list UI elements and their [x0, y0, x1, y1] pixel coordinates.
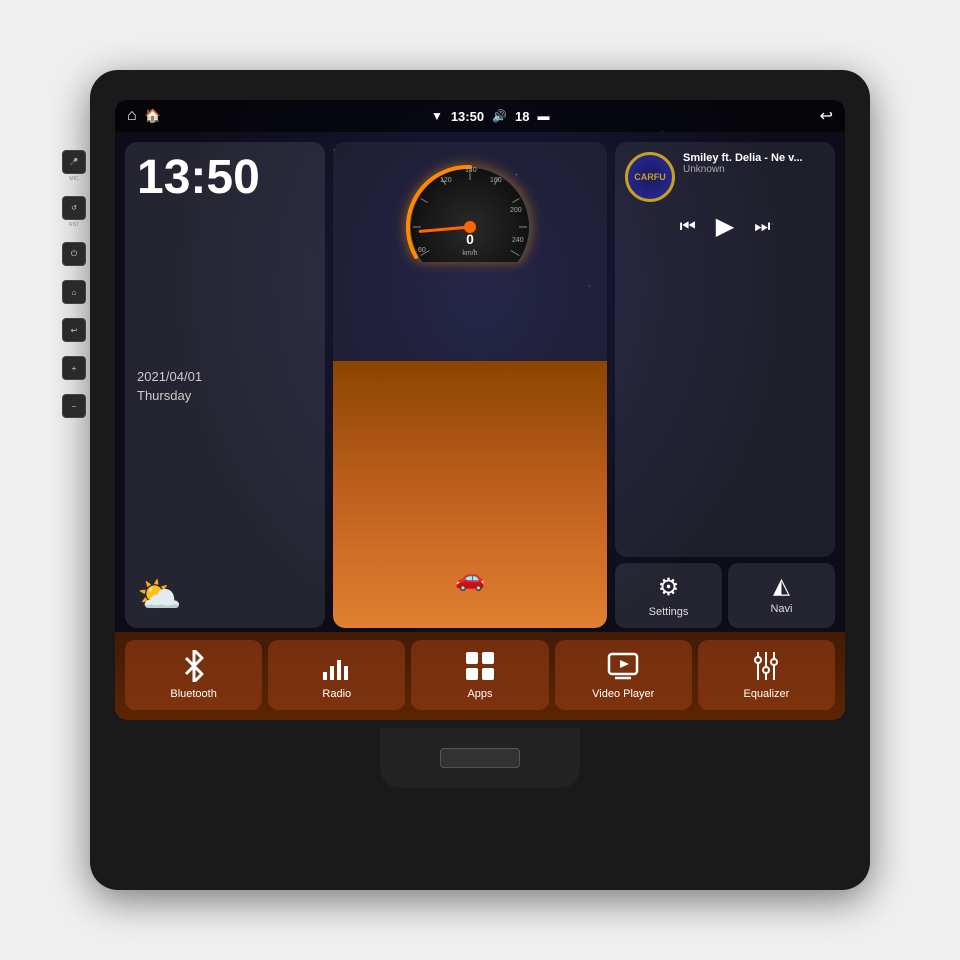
bluetooth-icon: [178, 650, 210, 682]
bottom-menu: Bluetooth Radio: [115, 632, 845, 720]
rst-label: RST: [69, 222, 79, 228]
mount-slot: [440, 748, 520, 768]
radio-button[interactable]: Radio: [268, 640, 405, 710]
settings-button[interactable]: ⚙ Settings: [615, 563, 722, 628]
equalizer-icon: [750, 650, 782, 682]
equalizer-button[interactable]: Equalizer: [698, 640, 835, 710]
vol-down-button[interactable]: −: [62, 394, 86, 418]
home-button[interactable]: ⌂: [62, 280, 86, 304]
speedometer-svg: 60 120 140 160 200 240 0 km/h: [390, 152, 550, 262]
mic-button[interactable]: 🎤: [62, 150, 86, 174]
wifi-icon: ▼: [431, 109, 443, 123]
speedometer-widget: 60 120 140 160 200 240 0 km/h: [333, 142, 607, 628]
svg-text:60: 60: [418, 247, 426, 254]
status-bar: ⌂ 🏠 ▼ 13:50 🔊 18 ▬ ↩: [115, 100, 845, 132]
settings-icon: ⚙: [658, 573, 680, 602]
battery-icon: ▬: [538, 109, 550, 123]
prev-button[interactable]: ⏮: [680, 216, 696, 237]
video-player-label: Video Player: [592, 688, 654, 700]
svg-text:160: 160: [490, 177, 502, 184]
bluetooth-label: Bluetooth: [170, 688, 216, 700]
right-column: CARFU Smiley ft. Delia - Ne v... Unknown…: [615, 142, 835, 628]
volume-level: 18: [515, 109, 529, 124]
svg-text:240: 240: [512, 237, 524, 244]
navi-icon: ◭: [773, 573, 790, 599]
next-button[interactable]: ⏭: [754, 216, 770, 237]
radio-label: Radio: [322, 688, 351, 700]
svg-text:200: 200: [510, 207, 522, 214]
home-icon[interactable]: ⌂: [127, 107, 137, 125]
bluetooth-button[interactable]: Bluetooth: [125, 640, 262, 710]
apps-button[interactable]: Apps: [411, 640, 548, 710]
settings-label: Settings: [649, 606, 689, 618]
svg-text:0: 0: [466, 231, 474, 247]
rst-button[interactable]: ↺: [62, 196, 86, 220]
vol-up-button[interactable]: +: [62, 356, 86, 380]
svg-text:km/h: km/h: [462, 250, 477, 257]
back-button[interactable]: ↩: [62, 318, 86, 342]
bottom-mount: [380, 728, 580, 788]
main-screen: ⌂ 🏠 ▼ 13:50 🔊 18 ▬ ↩: [115, 100, 845, 720]
clock-day: Thursday: [137, 388, 313, 403]
navi-label: Navi: [770, 603, 792, 615]
status-time: 13:50: [451, 109, 484, 124]
car-unit: 🎤 MIC ↺ RST ⏻ ⌂ ↩ + − ⌂ 🏠 ▼ 13:50: [90, 70, 870, 890]
radio-icon: [321, 650, 353, 682]
car-icon: 🚗: [430, 564, 510, 593]
music-logo: CARFU: [625, 152, 675, 202]
side-buttons: 🎤 MIC ↺ RST ⏻ ⌂ ↩ + −: [62, 150, 86, 418]
clock-time: 13:50: [137, 154, 313, 202]
weather-icon: ⛅: [137, 574, 313, 616]
svg-text:120: 120: [440, 177, 452, 184]
power-button[interactable]: ⏻: [62, 242, 86, 266]
play-button[interactable]: ▶: [716, 212, 734, 241]
video-icon: [607, 650, 639, 682]
volume-icon: 🔊: [492, 109, 507, 123]
apps-label: Apps: [467, 688, 492, 700]
music-title: Smiley ft. Delia - Ne v...: [683, 152, 825, 164]
music-artist: Unknown: [683, 164, 825, 175]
back-nav-icon[interactable]: ↩: [820, 106, 833, 126]
music-widget: CARFU Smiley ft. Delia - Ne v... Unknown…: [615, 142, 835, 557]
clock-date: 2021/04/01: [137, 369, 313, 384]
navi-button[interactable]: ◭ Navi: [728, 563, 835, 628]
apps-icon[interactable]: 🏠: [145, 108, 161, 124]
clock-widget: 13:50 2021/04/01 Thursday ⛅: [125, 142, 325, 628]
video-player-button[interactable]: Video Player: [555, 640, 692, 710]
equalizer-label: Equalizer: [743, 688, 789, 700]
svg-text:140: 140: [465, 167, 477, 174]
mic-label: MIC: [69, 176, 78, 182]
apps-icon: [464, 650, 496, 682]
